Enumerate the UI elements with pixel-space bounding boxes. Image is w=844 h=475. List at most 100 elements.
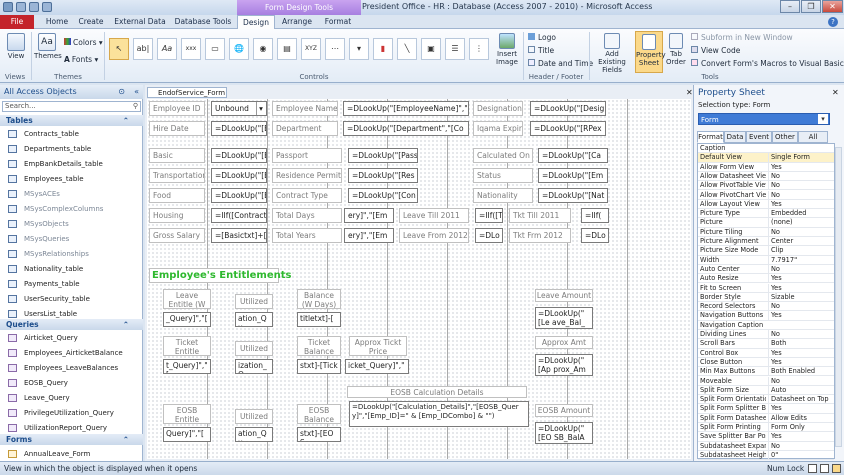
property-sheet-button[interactable]: Property Sheet: [635, 31, 666, 73]
textbox-gross-salary[interactable]: =[Basictxt]+[T: [211, 228, 267, 243]
label-approx-ticket-price[interactable]: Approx Tickt Price: [349, 336, 407, 356]
convert-macros-button[interactable]: Convert Form's Macros to Visual Basic: [691, 58, 844, 69]
property-value[interactable]: Auto: [768, 385, 786, 395]
minimize-button[interactable]: –: [780, 0, 800, 13]
tab-prop-data[interactable]: Data: [724, 131, 746, 143]
label-tkt-till[interactable]: Tkt Till 2011: [509, 208, 571, 223]
section-title-entitlements[interactable]: Employee's Entitlements: [149, 268, 292, 283]
label-leave-amount[interactable]: Leave Amount: [535, 289, 593, 302]
property-row[interactable]: Caption: [698, 144, 834, 154]
textbox-food[interactable]: =DLookUp("[Employee: [211, 188, 267, 203]
textbox-total-days[interactable]: ery]","[Em: [344, 208, 394, 223]
tab-prop-other[interactable]: Other: [772, 131, 798, 143]
property-value[interactable]: Yes: [768, 199, 782, 209]
property-value[interactable]: No: [768, 376, 780, 385]
design-view-icon[interactable]: [832, 464, 841, 473]
label-hire-date[interactable]: Hire Date: [149, 121, 205, 136]
tab-database-tools[interactable]: Database Tools: [172, 15, 234, 29]
textbox-passport[interactable]: =DLookUp("[Pass: [348, 148, 418, 163]
textbox-residence-permit[interactable]: =DLookUp("[Res: [348, 168, 418, 183]
property-row[interactable]: Picture Tiling No: [698, 227, 834, 237]
tab-file[interactable]: File: [0, 15, 34, 29]
textbox-leave-amount[interactable]: =DLookUp("[Le ave_Bal_Amt",": [535, 307, 593, 329]
textbox-status[interactable]: =DLookUp("[Em: [538, 168, 608, 183]
nav-item[interactable]: MSysACEs: [8, 187, 141, 201]
textbox-total-years[interactable]: ery]","[Em: [344, 228, 394, 243]
label-eosb-entitle[interactable]: EOSB Entitle: [163, 404, 211, 424]
textbox-ticket-balance[interactable]: stxt]-[Tick: [297, 359, 341, 374]
property-row[interactable]: Close Button Yes: [698, 357, 834, 368]
textbox-tkt-frm[interactable]: =DLo: [581, 228, 609, 243]
textbox-leave-from[interactable]: =DLo: [475, 228, 503, 243]
save-icon[interactable]: [16, 2, 26, 12]
textbox-basic[interactable]: =DLookUp("[Employee: [211, 148, 267, 163]
property-row[interactable]: Picture Type Embedded: [698, 209, 834, 219]
label-leave-till[interactable]: Leave Till 2011: [399, 208, 469, 223]
label-food[interactable]: Food: [149, 188, 205, 203]
label-utilized[interactable]: Utilized: [235, 294, 273, 309]
tab-format[interactable]: Format: [320, 15, 356, 29]
label-utilized-eosb[interactable]: Utilized: [235, 409, 273, 424]
tab-create[interactable]: Create: [76, 15, 106, 29]
label-leave-from[interactable]: Leave From 2012: [399, 228, 469, 243]
textbox-iqama-expiry[interactable]: =DLookUp("[RPex: [530, 121, 606, 136]
property-row[interactable]: Split Form Orientation Datasheet on Top: [698, 395, 834, 405]
tab-arrange[interactable]: Arrange: [279, 15, 315, 29]
property-row[interactable]: Auto Center No: [698, 264, 834, 275]
textbox-utilized[interactable]: ation_Qu: [235, 312, 273, 327]
section-tables[interactable]: Tables ⌃: [0, 115, 143, 126]
property-value[interactable]: Both Enabled: [768, 367, 815, 376]
title-button[interactable]: Title: [528, 45, 554, 56]
property-value[interactable]: Yes: [768, 283, 782, 292]
label-designation[interactable]: Designation: [473, 101, 523, 116]
property-value[interactable]: Single Form: [768, 153, 810, 162]
property-row[interactable]: Picture (none): [698, 218, 834, 228]
property-row[interactable]: Allow PivotTable View No: [698, 181, 834, 191]
label-calculated-on[interactable]: Calculated On: [473, 148, 533, 163]
property-row[interactable]: Allow PivotChart View No: [698, 190, 834, 200]
redo-icon[interactable]: [42, 2, 52, 12]
label-tkt-frm[interactable]: Tkt Frm 2012: [509, 228, 571, 243]
label-iqama-expiry[interactable]: Iqama Expiry: [473, 121, 523, 136]
textbox-hire-date[interactable]: =DLookUp("[Employee: [211, 121, 267, 136]
textbox-employee-name[interactable]: =DLookUp("[EmployeeName]",": [343, 101, 469, 116]
label-employee-id[interactable]: Employee ID: [149, 101, 205, 116]
tab-prop-all[interactable]: All: [798, 131, 828, 143]
property-row[interactable]: Scroll Bars Both: [698, 339, 834, 349]
property-scrollbar[interactable]: [835, 147, 842, 447]
close-pane-icon[interactable]: ✕: [832, 88, 839, 97]
property-row[interactable]: Allow Layout View Yes: [698, 199, 834, 210]
textbox-control-icon[interactable]: ab|: [133, 38, 153, 60]
search-icon[interactable]: ⚲: [133, 102, 138, 111]
button-control-icon[interactable]: xxx: [181, 38, 201, 60]
form-view-icon[interactable]: [808, 464, 817, 473]
property-value[interactable]: Clip: [768, 246, 783, 255]
property-row[interactable]: Auto Resize Yes: [698, 274, 834, 284]
textbox-designation[interactable]: =DLookUp("[Desig: [530, 101, 606, 116]
themes-button[interactable]: Aa Themes: [34, 33, 62, 60]
label-passport[interactable]: Passport: [272, 148, 342, 163]
property-row[interactable]: Split Form Size Auto: [698, 385, 834, 396]
property-value[interactable]: No: [768, 171, 780, 181]
textbox-calculated-on[interactable]: =DLookUp("[Ca: [538, 148, 608, 163]
label-eosb-amount[interactable]: EOSB Amount: [535, 404, 593, 417]
textbox-contract-type[interactable]: =DLookUp("[Con: [348, 188, 418, 203]
property-row[interactable]: Fit to Screen Yes: [698, 283, 834, 293]
property-row[interactable]: Split Form Datasheet Allow Edits: [698, 413, 834, 423]
property-value[interactable]: Yes: [768, 348, 782, 357]
tab-endofservice-form[interactable]: EndofService_Form: [147, 87, 227, 98]
app-icon[interactable]: [3, 2, 13, 12]
textbox-approx-amt[interactable]: =DLookUp("[Ap prox_Amt","[A: [535, 354, 593, 376]
view-code-button[interactable]: View Code: [691, 45, 740, 56]
property-value[interactable]: No: [768, 441, 780, 450]
view-button[interactable]: View: [3, 33, 29, 60]
property-value[interactable]: No: [768, 227, 780, 236]
textbox-ticket-entitle[interactable]: t_Query]","[: [163, 359, 211, 374]
property-row[interactable]: Subdatasheet Height 0": [698, 450, 834, 461]
property-value[interactable]: No: [768, 302, 780, 311]
object-selector[interactable]: Form ▾: [698, 113, 830, 125]
property-value[interactable]: Yes: [768, 357, 782, 367]
nav-item[interactable]: Leave_Query: [8, 391, 141, 405]
combo-arrow-icon[interactable]: ▾: [256, 102, 265, 115]
property-row[interactable]: Width 7.7917": [698, 255, 834, 265]
